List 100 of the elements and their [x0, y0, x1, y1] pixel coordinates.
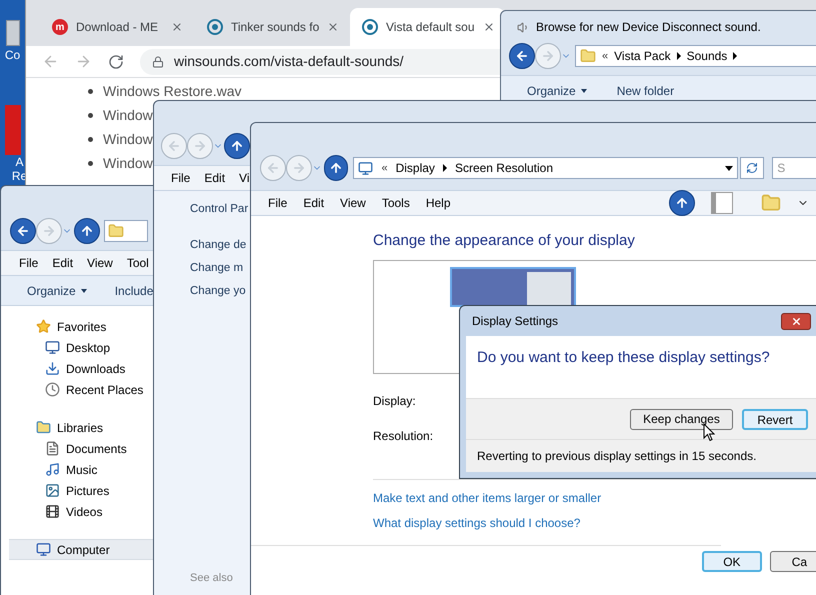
folder-icon [761, 193, 781, 213]
music-icon [45, 462, 60, 477]
browser-tab[interactable]: Vista default sou [350, 8, 505, 46]
address-bar[interactable]: « Vista Pack Sounds [575, 45, 816, 67]
computer-icon [36, 542, 51, 557]
back-button[interactable] [509, 43, 535, 69]
up-arrow-icon [230, 139, 244, 153]
bullet-icon [88, 88, 93, 94]
wordpress-logo-icon [362, 19, 378, 35]
desktop-icon [45, 340, 60, 355]
toolbar-button[interactable]: New folder [616, 82, 674, 100]
nav-tree-item[interactable]: Recent Places [9, 379, 153, 400]
menu-item[interactable]: Tool [126, 254, 149, 272]
toolbar-button[interactable]: Organize [527, 82, 587, 100]
breadcrumb-chevron: « [381, 160, 388, 176]
up-arrow-icon [329, 161, 344, 175]
sidebar-link[interactable]: Control Par [190, 201, 248, 221]
breadcrumb-item[interactable]: Sounds [686, 47, 728, 65]
nav-tree-item[interactable]: Downloads [9, 358, 153, 379]
address-bar[interactable]: « Display Screen Resolution [353, 157, 738, 179]
back-button[interactable] [10, 218, 36, 244]
bullet-icon [88, 112, 93, 118]
close-tab-icon[interactable] [482, 21, 495, 33]
breadcrumb-item[interactable]: Display [396, 159, 435, 177]
help-link[interactable]: Make text and other items larger or smaller [373, 489, 816, 505]
nav-tree-item[interactable]: Pictures [9, 480, 153, 501]
menu-item[interactable]: File [19, 254, 38, 272]
menu-item[interactable]: File [171, 169, 190, 187]
breadcrumb-arrow-icon[interactable] [676, 52, 681, 60]
menu-item[interactable]: Edit [303, 194, 324, 212]
close-tab-icon[interactable] [171, 21, 183, 33]
list-item: Window [103, 106, 153, 124]
nav-tree-item[interactable]: Libraries [9, 417, 153, 438]
field-label: Display: [373, 393, 416, 410]
breadcrumb-arrow-icon[interactable] [442, 164, 447, 172]
mega-logo-icon: m [52, 19, 68, 35]
close-icon [790, 316, 802, 326]
nav-tree-item[interactable]: Computer [9, 539, 153, 560]
field-label: Resolution: [373, 428, 434, 445]
dialog-title: Display Settings [472, 313, 560, 330]
menu-item[interactable]: Tools [382, 194, 410, 212]
reload-icon[interactable] [108, 54, 124, 70]
up-button[interactable] [224, 133, 250, 159]
picture-icon [45, 483, 60, 498]
refresh-button[interactable] [740, 157, 764, 179]
desktop-icon-label: A [14, 155, 24, 169]
breadcrumb-item[interactable]: Screen Resolution [454, 159, 553, 177]
lock-icon [152, 56, 164, 68]
toolbar-button[interactable]: Organize [27, 282, 87, 300]
breadcrumb-arrow-icon[interactable] [733, 52, 738, 60]
dropdown-arrow-icon [580, 88, 587, 92]
document-icon [45, 441, 60, 456]
dropdown-arrow-icon [80, 288, 87, 292]
refresh-icon [746, 162, 758, 174]
menu-item[interactable]: Edit [204, 169, 226, 187]
dialog-button[interactable]: OK [702, 551, 762, 572]
nav-tree-item[interactable]: Music [9, 459, 153, 480]
sidebar-link[interactable]: Change de [190, 237, 246, 256]
dialog-button[interactable]: Revert [742, 408, 808, 430]
help-link[interactable]: What display settings should I choose? [373, 514, 816, 530]
menu-item[interactable]: Vi [239, 169, 250, 187]
nav-tree-item[interactable]: Favorites [9, 316, 153, 337]
breadcrumb-item[interactable]: Vista Pack [614, 47, 671, 65]
menu-item[interactable]: View [340, 194, 366, 212]
page-heading: Change the appearance of your display [373, 231, 636, 251]
folder-icon [580, 48, 596, 64]
nav-tree-item[interactable]: Documents [9, 438, 153, 459]
sidebar-link[interactable]: Change m [190, 260, 244, 279]
folder-icon [108, 223, 124, 239]
dropdown-arrow-icon[interactable] [724, 166, 733, 170]
close-button[interactable] [781, 312, 811, 330]
nav-tree-item[interactable]: Videos [9, 501, 153, 522]
bullet-icon [88, 136, 93, 142]
speaker-icon [517, 20, 530, 34]
library-icon [36, 420, 51, 435]
preview-pane-icon[interactable] [711, 192, 733, 214]
up-arrow-icon [80, 224, 94, 238]
menu-item[interactable]: Help [426, 194, 451, 212]
up-button[interactable] [74, 218, 100, 244]
desktop-icon-label: Co [4, 48, 20, 62]
menu-item[interactable]: Edit [52, 254, 74, 272]
toolbar-button[interactable]: Include [114, 282, 154, 300]
breadcrumb-chevron: « [602, 48, 608, 64]
list-item: Window [103, 130, 153, 148]
dialog-button[interactable]: Ca [770, 551, 816, 572]
recent-places-icon [45, 382, 60, 397]
nav-tree-item[interactable]: Desktop [9, 337, 153, 358]
control-panel-icon [358, 160, 374, 176]
menu-item[interactable]: File [268, 194, 288, 212]
back-arrow-icon [515, 49, 529, 63]
sidebar-link[interactable]: Change yo [190, 283, 246, 302]
up-button[interactable] [324, 155, 348, 181]
close-tab-icon[interactable] [327, 21, 340, 33]
dialog-button[interactable]: Keep changes [630, 408, 733, 430]
download-folder-icon [45, 361, 60, 376]
forward-arrow-icon [541, 49, 555, 63]
list-item: Window [103, 154, 153, 172]
menu-item[interactable]: View [87, 254, 113, 272]
up-button[interactable] [669, 190, 695, 216]
bullet-icon [88, 160, 93, 166]
